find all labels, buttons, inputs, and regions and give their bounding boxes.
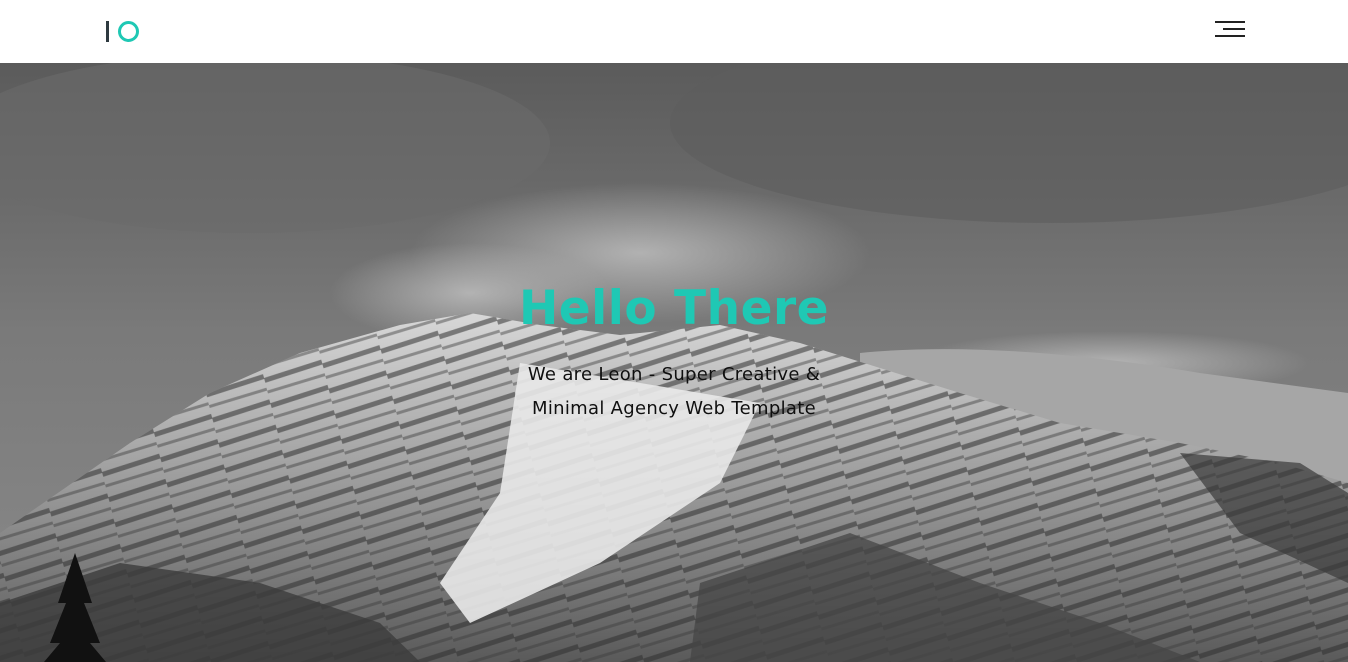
menu-line-top — [1215, 21, 1245, 23]
logo-ring-mark — [118, 20, 139, 42]
site-header — [0, 0, 1348, 63]
hero-subtitle: We are Leon - Super Creative & Minimal A… — [474, 358, 874, 426]
menu-line-bottom — [1215, 35, 1245, 37]
hero-subtitle-line-2: Minimal Agency Web Template — [532, 398, 816, 419]
hamburger-menu-icon[interactable] — [1213, 19, 1247, 41]
hero-content: Hello There We are Leon - Super Creative… — [0, 63, 1348, 662]
hero-title: Hello There — [518, 281, 830, 336]
hero-subtitle-line-1: We are Leon - Super Creative & — [527, 364, 821, 385]
logo-bar-mark — [106, 21, 109, 42]
logo[interactable] — [106, 19, 139, 43]
hero-section: Hello There We are Leon - Super Creative… — [0, 63, 1348, 662]
menu-line-middle — [1223, 28, 1245, 30]
